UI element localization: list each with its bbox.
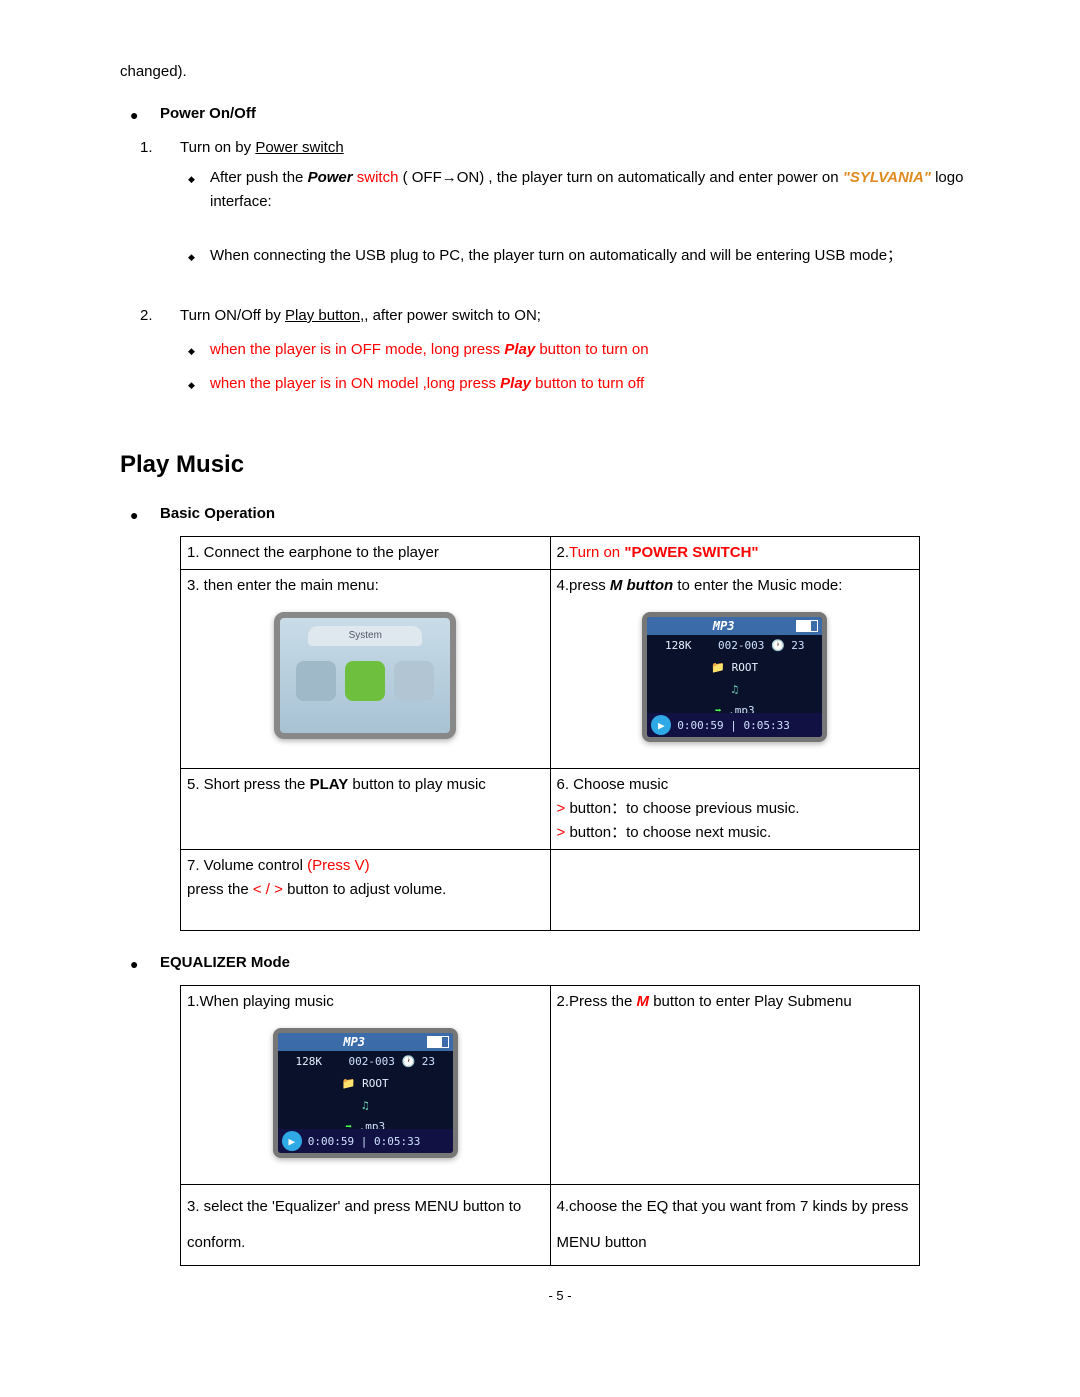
text: , after power switch to ON; xyxy=(364,307,541,324)
music-note-icon: ♫ xyxy=(731,683,738,696)
cell-3-2: 6. Choose music > button：to choose previ… xyxy=(550,769,920,850)
power-step2-b: when the player is in ON model ,long pre… xyxy=(120,372,1000,396)
bitrate-label: 128K xyxy=(295,1055,322,1068)
music-playing-screenshot: MP3 128K 002-003 🕐 23 📁 ROOT ♫ ➡ .mp3 ▶0… xyxy=(273,1028,458,1158)
cell-2-1: 3. then enter the main menu: System xyxy=(181,570,551,769)
eq-cell-1-2: 2.Press the M button to enter Play Subme… xyxy=(550,986,920,1185)
text: button to adjust volume. xyxy=(283,881,446,898)
text: When connecting the USB plug to PC, the … xyxy=(210,247,902,264)
eq-cell-1-1: 1.When playing music MP3 128K 002-003 🕐 … xyxy=(181,986,551,1185)
text: when the player is in ON model ,long pre… xyxy=(210,375,500,392)
power-switch-emph: "POWER SWITCH" xyxy=(624,544,758,561)
text: 2. xyxy=(557,544,570,561)
cell-3-1: 5. Short press the PLAY button to play m… xyxy=(181,769,551,850)
text: Turn ON/Off by xyxy=(180,307,285,324)
sylvania-word: "SYLVANIA" xyxy=(843,169,931,186)
power-step-2: 2. Turn ON/Off by Play button,, after po… xyxy=(140,304,1000,328)
text: button to turn off xyxy=(531,375,644,392)
folder-icon: 📁 xyxy=(711,661,725,674)
root-label: ROOT xyxy=(732,661,759,674)
switch-word: switch xyxy=(353,169,399,186)
time-readout: 0:00:59 | 0:05:33 xyxy=(308,1133,421,1151)
text: to enter the Music mode: xyxy=(673,577,842,594)
battery-icon xyxy=(427,1036,449,1048)
power-switch-link: Power switch xyxy=(255,139,343,156)
count-label: 23 xyxy=(422,1055,435,1068)
folder-icon: 📁 xyxy=(342,1077,356,1090)
play-icon: ▶ xyxy=(651,715,671,735)
cell-4-2 xyxy=(550,850,920,931)
text: button：to choose next music. xyxy=(569,824,771,841)
text: when the player is in OFF mode, long pre… xyxy=(210,341,504,358)
text: 4.press xyxy=(557,577,610,594)
play-word: Play xyxy=(500,375,531,392)
system-tab-label: System xyxy=(308,626,422,646)
track-index: 002-003 xyxy=(718,639,764,652)
text: Turn on by xyxy=(180,139,255,156)
text: 7. Volume control xyxy=(187,857,307,874)
text: 1.When playing music xyxy=(187,990,544,1014)
menu-icon-3 xyxy=(394,661,434,701)
music-mode-screenshot: MP3 128K 002-003 🕐 23 📁 ROOT ♫ ➡ .mp3 ▶0… xyxy=(642,612,827,742)
text: After push the xyxy=(210,169,308,186)
step-number: 1. xyxy=(140,136,153,160)
power-step-1: 1. Turn on by Power switch xyxy=(140,136,1000,160)
basic-operation-heading: Basic Operation xyxy=(120,502,1000,526)
text: Turn on xyxy=(569,544,624,561)
basic-operation-table: 1. Connect the earphone to the player 2.… xyxy=(180,536,920,931)
text: ( OFF→ON) , the player turn on automatic… xyxy=(398,169,842,186)
mp3-label: MP3 xyxy=(343,1035,365,1049)
angle-brackets: < / > xyxy=(253,881,283,898)
text: button to play music xyxy=(348,776,486,793)
play-music-heading: Play Music xyxy=(120,446,1000,484)
step-number: 2. xyxy=(140,304,153,328)
text: button to turn on xyxy=(535,341,648,358)
menu-icon-1 xyxy=(296,661,336,701)
play-word: Play xyxy=(504,341,535,358)
play-emph: PLAY xyxy=(310,776,349,793)
angle-icon: > xyxy=(557,824,570,841)
trailing-fragment: changed). xyxy=(120,60,1000,84)
power-onoff-heading: Power On/Off xyxy=(120,102,1000,126)
eq-cell-2-1: 3. select the 'Equalizer' and press MENU… xyxy=(181,1185,551,1266)
music-note-icon: ♫ xyxy=(362,1099,369,1112)
power-step2-a: when the player is in OFF mode, long pre… xyxy=(120,338,1000,362)
main-menu-screenshot: System xyxy=(274,612,456,739)
angle-icon: > xyxy=(557,800,570,817)
text: 3. then enter the main menu: xyxy=(187,574,544,598)
cell-4-1: 7. Volume control (Press V) press the < … xyxy=(181,850,551,931)
text: 5. Short press the xyxy=(187,776,310,793)
time-readout: 0:00:59 | 0:05:33 xyxy=(677,717,790,735)
power-sub-2: When connecting the USB plug to PC, the … xyxy=(140,244,990,268)
power-sub-1: After push the Power switch ( OFF→ON) , … xyxy=(140,166,990,214)
menu-icon-2-selected xyxy=(345,661,385,701)
text: button to enter Play Submenu xyxy=(649,993,852,1010)
text: 2.Press the xyxy=(557,993,637,1010)
root-label: ROOT xyxy=(362,1077,389,1090)
press-v: (Press V) xyxy=(307,857,370,874)
m-emph: M xyxy=(637,993,650,1010)
battery-icon xyxy=(796,620,818,632)
count-label: 23 xyxy=(791,639,804,652)
m-button-emph: M button xyxy=(610,577,673,594)
cell-1-2: 2.Turn on "POWER SWITCH" xyxy=(550,537,920,570)
cell-2-2: 4.press M button to enter the Music mode… xyxy=(550,570,920,769)
text: button：to choose previous music. xyxy=(569,800,799,817)
equalizer-heading: EQUALIZER Mode xyxy=(120,951,1000,975)
page-number: - 5 - xyxy=(120,1286,1000,1307)
play-icon: ▶ xyxy=(282,1131,302,1151)
text: 6. Choose music xyxy=(557,773,914,797)
text: press the xyxy=(187,881,253,898)
eq-cell-2-2: 4.choose the EQ that you want from 7 kin… xyxy=(550,1185,920,1266)
play-button-link: Play button, xyxy=(285,307,364,324)
track-index: 002-003 xyxy=(348,1055,394,1068)
cell-1-1: 1. Connect the earphone to the player xyxy=(181,537,551,570)
mp3-label: MP3 xyxy=(713,619,735,633)
bitrate-label: 128K xyxy=(665,639,692,652)
equalizer-table: 1.When playing music MP3 128K 002-003 🕐 … xyxy=(180,985,920,1266)
power-word: Power xyxy=(308,169,353,186)
